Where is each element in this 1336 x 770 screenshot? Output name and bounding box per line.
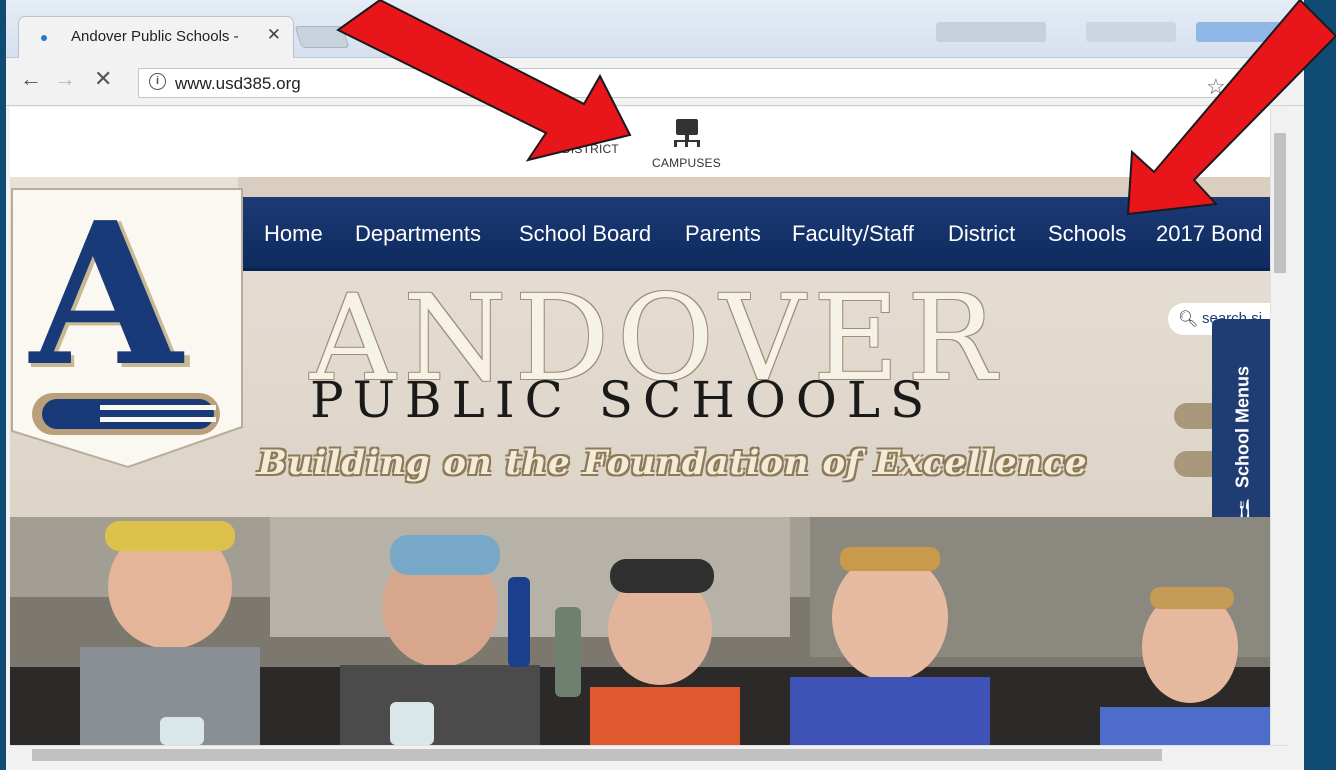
stop-icon[interactable]: ✕: [94, 66, 112, 92]
info-icon[interactable]: i: [149, 73, 166, 90]
back-icon[interactable]: ←: [20, 66, 42, 92]
vertical-scroll-thumb[interactable]: [1274, 133, 1286, 273]
browser-toolbar: ← → ✕ i www.usd385.org ☆: [6, 58, 1304, 106]
nav-district[interactable]: District: [948, 221, 1015, 247]
address-bar[interactable]: i www.usd385.org: [138, 68, 1248, 98]
tab-title: Andover Public Schools -: [71, 28, 239, 45]
nav-schools[interactable]: Schools: [1048, 221, 1126, 247]
nav-school-board[interactable]: School Board: [519, 221, 651, 247]
campuses-icon: [674, 119, 701, 147]
search-icon: 🔍︎: [1178, 311, 1199, 328]
extension-button[interactable]: [936, 22, 1046, 42]
utility-district[interactable]: DISTRICT: [562, 119, 619, 156]
school-menus-label: School Menus: [1232, 365, 1253, 489]
close-tab-icon[interactable]: ✕: [267, 25, 281, 45]
browser-tab[interactable]: Andover Public Schools - ✕: [18, 16, 294, 59]
hero-photo: [10, 517, 1270, 745]
extension-button[interactable]: [1196, 22, 1304, 42]
tab-strip: Andover Public Schools - ✕: [6, 0, 1304, 59]
building-icon: [582, 123, 599, 137]
site-tagline: Building on the Foundation of Excellence: [258, 443, 1088, 483]
nav-parents[interactable]: Parents: [685, 221, 761, 247]
main-navigation: Home Departments School Board Parents Fa…: [242, 197, 1270, 271]
utility-district-label: DISTRICT: [562, 142, 619, 156]
vertical-scrollbar[interactable]: [1270, 107, 1288, 745]
extension-button[interactable]: [1086, 22, 1176, 42]
school-menus-tab[interactable]: School Menus 🍴︎: [1212, 319, 1270, 535]
nav-departments[interactable]: Departments: [355, 221, 481, 247]
browser-window: Andover Public Schools - ✕ ← → ✕ i www.u…: [6, 0, 1304, 770]
header-top-strip: [238, 177, 1270, 197]
horizontal-scrollbar[interactable]: [10, 745, 1288, 763]
nav-home[interactable]: Home: [264, 221, 323, 247]
favicon-icon: [41, 35, 47, 41]
horizontal-scroll-thumb[interactable]: [32, 749, 1162, 761]
utility-campuses[interactable]: CAMPUSES: [652, 119, 721, 170]
bookmark-star-icon[interactable]: ☆: [1206, 74, 1226, 100]
nav-faculty-staff[interactable]: Faculty/Staff: [792, 221, 914, 247]
utility-campuses-label: CAMPUSES: [652, 156, 721, 170]
logo-letter: A: [28, 180, 185, 410]
district-logo[interactable]: A A: [10, 167, 250, 487]
page-viewport: DISTRICT CAMPUSES Home Departments Schoo…: [10, 107, 1270, 745]
url-text: www.usd385.org: [175, 74, 301, 93]
site-subtitle: PUBLIC SCHOOLS: [310, 371, 935, 429]
nav-2017-bond[interactable]: 2017 Bond: [1156, 221, 1262, 247]
new-tab-button[interactable]: [294, 26, 350, 48]
forward-icon[interactable]: →: [54, 66, 76, 92]
